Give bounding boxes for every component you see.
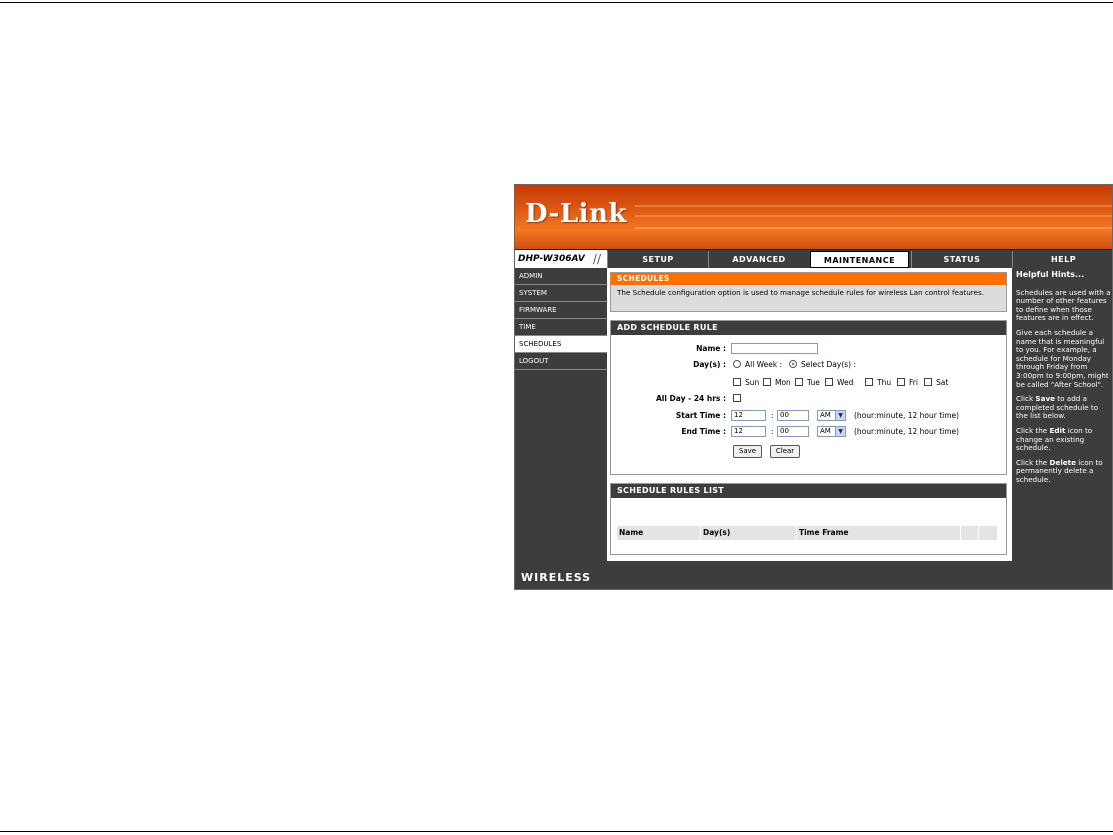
footer-bar: WIRELESS (515, 561, 1112, 589)
start-ampm-value: AM (820, 411, 831, 419)
model-label: DHP-W306AV // (515, 250, 607, 269)
days-label: Day(s) : (693, 360, 726, 369)
day-tue-label: Tue (807, 378, 820, 387)
start-hour-input[interactable]: 12 (731, 410, 766, 421)
hint-paragraph: Click the Edit icon to change an existin… (1016, 425, 1093, 453)
hint-paragraph: Click Save to add a completed schedule t… (1016, 394, 1099, 421)
hints-title: Helpful Hints... (1016, 270, 1085, 279)
helpful-hints-panel: Helpful Hints... Schedules are used with… (1012, 268, 1112, 561)
day-mon-checkbox[interactable] (763, 378, 771, 386)
column-header-edit (961, 526, 979, 540)
day-thu-checkbox[interactable] (865, 378, 873, 386)
hint-paragraph: Give each schedule a name that is meanin… (1016, 327, 1109, 389)
page-top-rule (0, 2, 1113, 3)
all-week-radio[interactable] (733, 360, 741, 368)
end-ampm-value: AM (820, 427, 831, 435)
chevron-down-icon: ▼ (835, 427, 845, 436)
column-header-days: Day(s) (701, 526, 797, 540)
all-week-label: All Week : (745, 360, 783, 369)
day-sun-label: Sun (745, 378, 760, 387)
router-web-ui: D-Link DHP-W306AV // SETUP ADVANCED MAIN… (514, 184, 1113, 590)
sidebar-item-admin[interactable]: ADMIN (515, 268, 607, 285)
hint-paragraph: Click the Delete icon to permanently del… (1016, 457, 1103, 484)
header-banner: D-Link (515, 185, 1112, 249)
schedules-description: The Schedule configuration option is use… (617, 288, 985, 297)
day-sat-label: Sat (936, 378, 949, 387)
end-hour-input[interactable]: 12 (731, 426, 766, 437)
end-time-colon: : (771, 427, 774, 436)
add-rule-title: ADD SCHEDULE RULE (611, 321, 1006, 335)
sidebar-item-firmware[interactable]: FIRMWARE (515, 302, 607, 319)
column-header-time-frame: Time Frame (797, 526, 961, 540)
left-sidebar: ADMIN SYSTEM FIRMWARE TIME SCHEDULES LOG… (515, 268, 607, 561)
save-button[interactable]: Save (733, 445, 762, 458)
column-header-delete (979, 526, 998, 540)
main-content: SCHEDULES The Schedule configuration opt… (607, 268, 1012, 561)
schedules-title: SCHEDULES (611, 273, 1006, 285)
end-ampm-select[interactable]: AM ▼ (817, 426, 846, 437)
all-day-label: All Day - 24 hrs : (656, 394, 726, 403)
sidebar-item-schedules[interactable]: SCHEDULES (515, 336, 607, 353)
dlink-logo: D-Link (525, 199, 627, 229)
page-bottom-rule (0, 831, 1113, 832)
sidebar-item-system[interactable]: SYSTEM (515, 285, 607, 302)
top-nav: DHP-W306AV // SETUP ADVANCED MAINTENANCE… (515, 249, 1112, 269)
day-wed-checkbox[interactable] (825, 378, 833, 386)
tab-status[interactable]: STATUS (911, 251, 1012, 268)
name-input[interactable] (731, 343, 818, 354)
start-minute-input[interactable]: 00 (777, 410, 809, 421)
hint-paragraph: Schedules are used with a number of othe… (1016, 287, 1111, 323)
day-wed-label: Wed (837, 378, 854, 387)
start-time-hint: (hour:minute, 12 hour time) (854, 411, 960, 420)
end-time-hint: (hour:minute, 12 hour time) (854, 427, 960, 436)
day-sat-checkbox[interactable] (924, 378, 932, 386)
tab-advanced[interactable]: ADVANCED (708, 251, 809, 268)
sidebar-item-logout[interactable]: LOGOUT (515, 353, 607, 370)
chevron-down-icon: ▼ (835, 411, 845, 420)
wireless-label: WIRELESS (521, 571, 592, 584)
select-days-radio[interactable] (789, 360, 797, 368)
day-thu-label: Thu (877, 378, 892, 387)
end-time-label: End Time : (681, 427, 726, 436)
model-divider-icon: // (592, 252, 601, 266)
sidebar-item-time[interactable]: TIME (515, 319, 607, 336)
all-day-checkbox[interactable] (733, 394, 741, 402)
day-fri-checkbox[interactable] (897, 378, 905, 386)
tab-setup[interactable]: SETUP (607, 251, 708, 268)
model-name: DHP-W306AV (518, 254, 585, 264)
end-minute-input[interactable]: 00 (777, 426, 809, 437)
day-sun-checkbox[interactable] (733, 378, 741, 386)
start-ampm-select[interactable]: AM ▼ (817, 410, 846, 421)
day-mon-label: Mon (775, 378, 791, 387)
rules-list-title: SCHEDULE RULES LIST (611, 484, 1006, 498)
schedules-section: SCHEDULES The Schedule configuration opt… (610, 272, 1007, 312)
day-fri-label: Fri (909, 378, 918, 387)
start-time-label: Start Time : (675, 411, 726, 420)
tab-maintenance[interactable]: MAINTENANCE (810, 251, 909, 268)
start-time-colon: : (771, 411, 774, 420)
name-label: Name : (696, 344, 726, 353)
clear-button[interactable]: Clear (770, 445, 800, 458)
select-days-label: Select Day(s) : (801, 360, 857, 369)
tab-help[interactable]: HELP (1012, 251, 1112, 268)
add-schedule-rule-section: ADD SCHEDULE RULE Name : Day(s) : All We… (610, 320, 1007, 475)
schedule-rules-list-section: SCHEDULE RULES LIST Name Day(s) Time Fra… (610, 483, 1007, 555)
day-tue-checkbox[interactable] (795, 378, 803, 386)
column-header-name: Name (617, 526, 701, 540)
